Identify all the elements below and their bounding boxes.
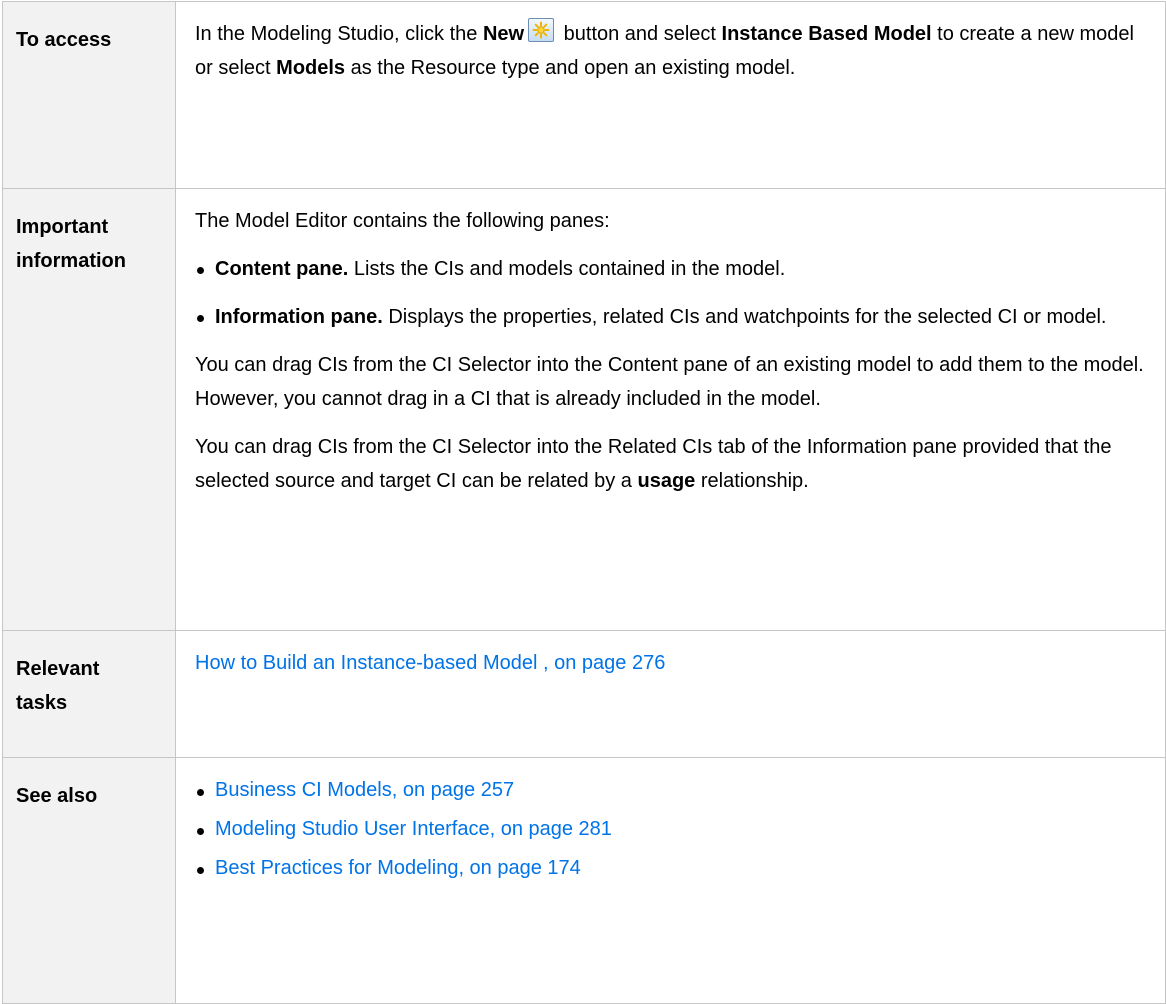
bullet-icon [197, 867, 204, 874]
to-access-paragraph: In the Modeling Studio, click the New bu… [195, 17, 1157, 85]
to-access-text-4: as the Resource type and open an existin… [345, 57, 796, 79]
label-to-access-text: To access [16, 29, 112, 51]
row-to-access: To access In the Modeling Studio, click … [2, 1, 1166, 189]
content-relevant-tasks: How to Build an Instance-based Model , o… [175, 630, 1166, 758]
drag-related-end: relationship. [695, 470, 809, 492]
new-bold-text: New [482, 23, 525, 45]
content-see-also: Business CI Models, on page 257 Modeling… [175, 757, 1166, 1004]
to-access-text-1: In the Modeling Studio, click the [195, 23, 483, 45]
row-relevant-tasks: Relevant tasks How to Build an Instance-… [2, 630, 1166, 758]
label-see-also-text: See also [16, 785, 98, 807]
bullet-icon [197, 315, 204, 322]
important-intro: The Model Editor contains the following … [195, 210, 610, 232]
usage-bold: usage [637, 470, 696, 492]
label-see-also: See also [2, 757, 176, 1004]
to-access-text-2: button and select [558, 23, 722, 45]
list-item-content-pane: Content pane. Lists the CIs and models c… [195, 252, 1157, 286]
content-to-access: In the Modeling Studio, click the New bu… [175, 1, 1166, 189]
content-pane-bold: Content pane. [215, 258, 349, 280]
see-also-list: Business CI Models, on page 257 Modeling… [195, 773, 1157, 885]
bullet-icon [197, 267, 204, 274]
content-important-information: The Model Editor contains the following … [175, 188, 1166, 631]
new-star-icon [528, 18, 555, 42]
list-item-best-practices: Best Practices for Modeling, on page 174 [195, 851, 1157, 885]
list-item-information-pane: Information pane. Displays the propertie… [195, 300, 1157, 334]
models-bold: Models [276, 57, 346, 79]
list-item-modeling-studio-ui: Modeling Studio User Interface, on page … [195, 812, 1157, 846]
content-pane-text: Lists the CIs and models contained in th… [348, 258, 786, 280]
label-important-line2: information [16, 250, 126, 272]
link-modeling-studio-ui[interactable]: Modeling Studio User Interface, on page … [215, 818, 612, 840]
list-item-business-ci-models: Business CI Models, on page 257 [195, 773, 1157, 807]
instance-based-model-bold: Instance Based Model [721, 23, 932, 45]
label-relevant-line1: Relevant [16, 658, 100, 680]
label-important-line1: Important [16, 216, 109, 238]
row-see-also: See also Business CI Models, on page 257… [2, 757, 1166, 1004]
info-table: To access In the Modeling Studio, click … [2, 1, 1166, 1004]
link-build-instance-model[interactable]: How to Build an Instance-based Model , o… [195, 652, 665, 674]
information-pane-text: Displays the properties, related CIs and… [382, 306, 1107, 328]
drag-content-paragraph: You can drag CIs from the CI Selector in… [195, 354, 1144, 410]
row-important-information: Important information The Model Editor c… [2, 188, 1166, 631]
panes-list: Content pane. Lists the CIs and models c… [195, 252, 1157, 334]
drag-related-paragraph: You can drag CIs from the CI Selector in… [195, 430, 1157, 498]
information-pane-bold: Information pane. [215, 306, 383, 328]
link-best-practices[interactable]: Best Practices for Modeling, on page 174 [215, 857, 581, 879]
label-important-information: Important information [2, 188, 176, 631]
bullet-icon [197, 789, 204, 796]
label-relevant-tasks: Relevant tasks [2, 630, 176, 758]
label-relevant-line2: tasks [16, 692, 68, 714]
bullet-icon [197, 828, 204, 835]
label-to-access: To access [2, 1, 176, 189]
link-business-ci-models[interactable]: Business CI Models, on page 257 [215, 779, 514, 801]
